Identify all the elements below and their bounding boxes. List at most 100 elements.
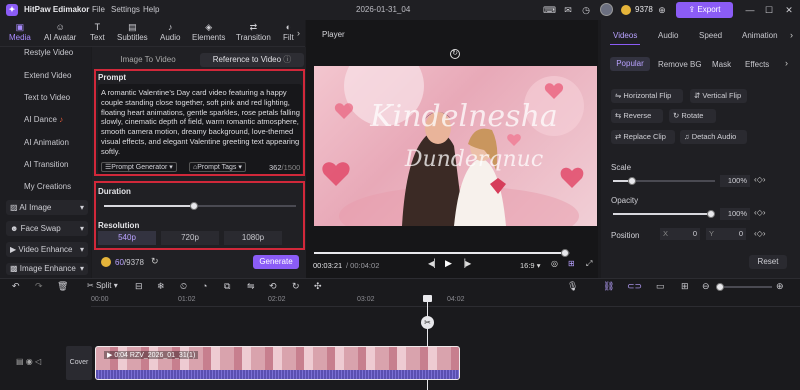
scale-keyframe-icon[interactable]: ‹◇› — [754, 175, 765, 184]
sidebar-item-text-to-video[interactable]: Text to Video — [24, 93, 70, 102]
zoom-in-icon[interactable]: ⊕ — [776, 281, 784, 292]
sidebar-button-video-enhance[interactable]: ▶ Video Enhance ▾ — [6, 242, 88, 257]
sidebar-item-ai-transition[interactable]: AI Transition — [24, 160, 68, 169]
message-icon[interactable]: ✉ — [562, 4, 574, 16]
tab-media[interactable]: ▣ Media — [9, 22, 31, 42]
tab-videos[interactable]: Videos — [613, 31, 637, 40]
opacity-slider-handle[interactable] — [707, 210, 715, 218]
sidebar-item-extend-video[interactable]: Extend Video — [24, 71, 71, 80]
replace-clip-button[interactable]: ⇄ Replace Clip — [611, 130, 675, 144]
cover-button[interactable]: Cover — [66, 346, 92, 380]
toolbar-scroll-right-icon[interactable]: › — [297, 28, 300, 38]
sidebar-button-ai-image[interactable]: ▨ AI Image ▾ — [6, 200, 88, 215]
rotate-button[interactable]: ↻ Rotate — [669, 109, 716, 123]
mirror-icon[interactable]: ⇋ — [247, 281, 255, 292]
menu-help[interactable]: Help — [143, 5, 159, 14]
zoom-slider-handle[interactable] — [716, 283, 724, 291]
snapshot-icon[interactable]: ◎ — [551, 259, 558, 268]
position-keyframe-icon[interactable]: ‹◇› — [754, 229, 765, 238]
subtab-mask[interactable]: Mask — [712, 60, 731, 69]
track-mute-icon[interactable]: ◁ — [35, 357, 41, 366]
video-clip[interactable]: ▶ 0:04 RZV_2026_01_31(1) — [95, 346, 460, 380]
microphone-icon[interactable]: 🎙 — [567, 281, 578, 292]
speedometer-icon[interactable]: ◔ — [202, 281, 207, 291]
next-frame-icon[interactable]: ▕▶ — [459, 259, 471, 268]
prompt-text[interactable]: A romantic Valentine’s Day card video fe… — [101, 88, 301, 156]
sidebar-button-face-swap[interactable]: ☻ Face Swap ▾ — [6, 221, 88, 236]
marker-icon[interactable]: ▭ — [656, 281, 665, 292]
resolution-1080p-button[interactable]: 1080p — [224, 231, 282, 245]
opacity-input[interactable]: 100% — [720, 208, 750, 220]
close-icon[interactable]: ✕ — [783, 4, 795, 16]
keyboard-icon[interactable]: ⌨ — [543, 4, 556, 16]
subtabs-scroll-right-icon[interactable]: › — [785, 58, 788, 68]
transform-icon[interactable]: ⧉ — [224, 281, 230, 292]
sidebar-item-ai-animation[interactable]: AI Animation — [24, 138, 69, 147]
rotate-handle-icon[interactable]: ↻ — [450, 49, 460, 59]
playhead-handle[interactable] — [423, 295, 432, 302]
aspect-ratio-select[interactable]: 16:9 ▾ — [520, 261, 540, 270]
maximize-icon[interactable]: ☐ — [763, 4, 775, 16]
fit-icon[interactable]: ⊞ — [681, 281, 689, 292]
tab-filter[interactable]: ◐ Filt — [283, 22, 294, 42]
tabs-scroll-right-icon[interactable]: › — [790, 30, 793, 40]
prompt-tags-button[interactable]: ⌂Prompt Tags ▾ — [189, 162, 246, 172]
tab-transition[interactable]: ⇄ Transition — [236, 22, 271, 42]
tab-elements[interactable]: ◈ Elements — [192, 22, 225, 42]
undo-icon[interactable]: ↶ — [12, 281, 20, 292]
reverse-button[interactable]: ⇆ Reverse — [611, 109, 663, 123]
zoom-out-icon[interactable]: ⊖ — [702, 281, 710, 292]
export-button[interactable]: ⇪ Export — [676, 2, 733, 18]
freeze-icon[interactable]: ❄ — [157, 281, 165, 292]
refresh-icon[interactable]: ↻ — [151, 256, 159, 267]
fullscreen-icon[interactable]: ⤢ — [586, 259, 592, 269]
vertical-flip-button[interactable]: ⇵ Vertical Flip — [690, 89, 747, 103]
scale-input[interactable]: 100% — [720, 175, 750, 187]
rotate-tool-icon[interactable]: ↻ — [292, 281, 300, 292]
stabilize-icon[interactable]: ✣ — [314, 281, 322, 292]
split-scissors-icon[interactable]: ✂ — [421, 316, 434, 329]
tab-reference-to-video[interactable]: Reference to Video ⓘ — [200, 53, 304, 67]
previous-frame-icon[interactable]: ◀▏ — [428, 259, 440, 268]
resolution-720p-button[interactable]: 720p — [161, 231, 219, 245]
minimize-icon[interactable]: — — [744, 4, 756, 16]
position-y-input[interactable]: Y0 — [706, 228, 746, 240]
video-preview[interactable]: Kindelnesha Dunderqnuc — [314, 66, 597, 226]
sidebar-item-my-creations[interactable]: My Creations — [24, 182, 71, 191]
sidebar-item-restyle-video[interactable]: Restyle Video — [24, 48, 73, 57]
sidebar-button-image-enhance[interactable]: ▩ Image Enhance ▾ — [6, 263, 88, 275]
horizontal-flip-button[interactable]: ⇋ Horizontal Flip — [611, 89, 683, 103]
track-visibility-icon[interactable]: ◉ — [26, 357, 33, 366]
crop-icon[interactable]: ⊟ — [135, 281, 143, 292]
menu-file[interactable]: File — [92, 5, 105, 14]
position-x-input[interactable]: X0 — [660, 228, 700, 240]
tab-text[interactable]: T Text — [90, 22, 105, 42]
subtab-popular[interactable]: Popular — [610, 57, 650, 71]
reset-button[interactable]: Reset — [749, 255, 787, 269]
grid-icon[interactable]: ⊞ — [568, 259, 575, 268]
tab-subtitles[interactable]: ▤ Subtitles — [117, 22, 148, 42]
scale-slider-handle[interactable] — [628, 177, 636, 185]
avatar[interactable] — [600, 3, 613, 16]
tab-speed[interactable]: Speed — [699, 31, 722, 40]
add-credits-icon[interactable]: ⊕ — [656, 4, 668, 16]
split-button[interactable]: ✂ Split ▾ — [87, 281, 118, 290]
delete-icon[interactable]: 🗑 — [57, 281, 68, 292]
detach-audio-button[interactable]: ♫ Detach Audio — [680, 130, 747, 144]
tab-audio[interactable]: ♪ Audio — [160, 22, 180, 42]
redo-icon[interactable]: ↷ — [35, 281, 43, 292]
subtab-effects[interactable]: Effects — [745, 60, 769, 69]
generate-button[interactable]: Generate — [253, 255, 299, 269]
tab-image-to-video[interactable]: Image To Video — [96, 53, 200, 67]
link-icon[interactable]: ⛓ — [603, 281, 614, 292]
history-icon[interactable]: ◷ — [580, 4, 592, 16]
menu-settings[interactable]: Settings — [111, 5, 140, 14]
zoom-slider[interactable] — [716, 286, 772, 288]
resolution-540p-button[interactable]: 540p — [98, 231, 156, 245]
tab-animation[interactable]: Animation — [742, 31, 778, 40]
tab-ai-avatar[interactable]: ☺ AI Avatar — [44, 22, 76, 42]
prompt-generator-button[interactable]: ☰Prompt Generator ▾ — [101, 162, 177, 172]
subtab-remove-bg[interactable]: Remove BG — [658, 60, 702, 69]
sidebar-item-ai-dance[interactable]: AI Dance ♪ — [24, 115, 63, 124]
magnet-icon[interactable]: ⊂⊃ — [627, 281, 642, 292]
